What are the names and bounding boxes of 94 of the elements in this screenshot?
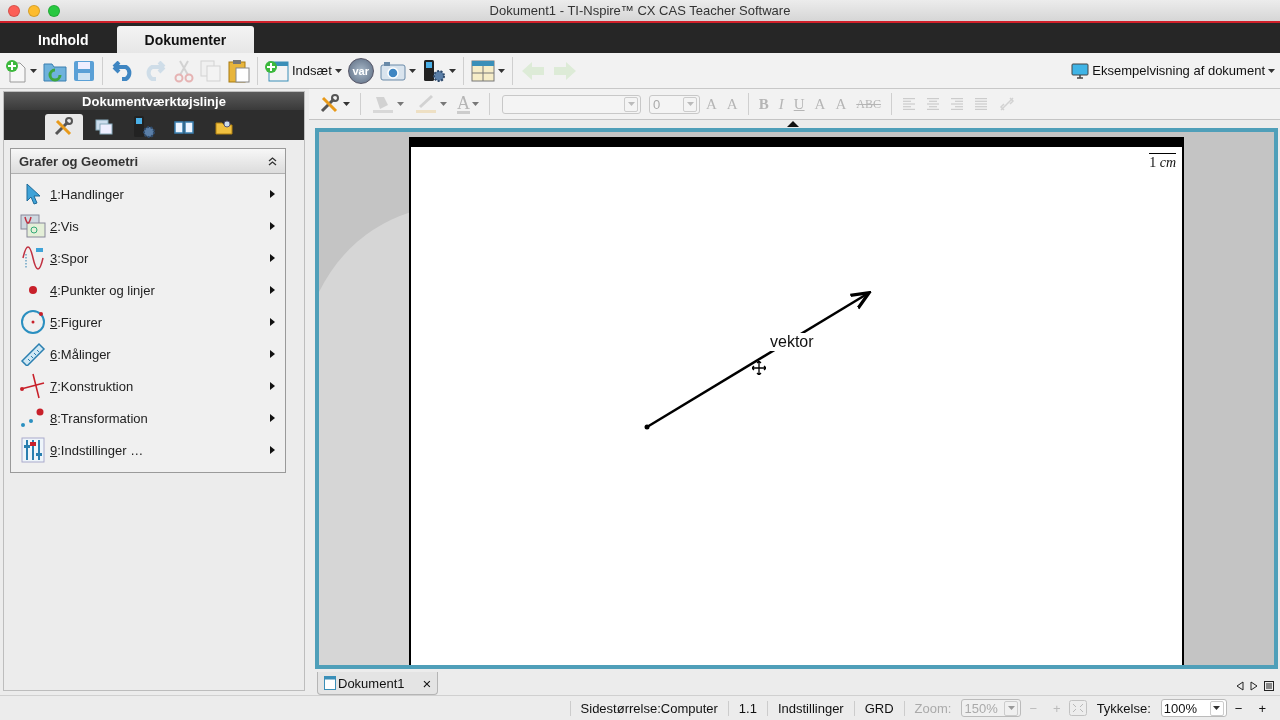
dropdown-caret-icon — [627, 102, 635, 106]
dropdown-caret-icon — [440, 102, 447, 106]
fill-bucket-icon — [371, 94, 395, 114]
thickness-label: Tykkelse: — [1095, 700, 1152, 716]
calculator-gear-icon — [421, 58, 446, 83]
folder-search-icon — [215, 119, 233, 135]
tools-icon — [319, 94, 341, 114]
page-number-status: 1.1 — [727, 700, 767, 716]
dropdown-caret-icon — [1213, 706, 1221, 710]
link-icon — [997, 95, 1016, 113]
thickness-increase-button[interactable]: + — [1250, 700, 1274, 716]
document-preview-button[interactable]: Eksempelvisning af dokument — [1068, 60, 1278, 81]
zoom-window-button[interactable] — [48, 4, 60, 17]
menu-item[interactable]: 2:Vis — [11, 210, 285, 242]
menu-item[interactable]: 3:Spor — [11, 242, 285, 274]
thickness-decrease-button[interactable]: − — [1226, 700, 1251, 716]
window-title: Dokument1 - TI-Nspire™ CX CAS Teacher Software — [489, 3, 791, 18]
menu-item[interactable]: 9:Indstillinger … — [11, 434, 285, 466]
transform-points-icon — [20, 407, 46, 429]
tools-icon — [53, 117, 75, 137]
submenu-arrow-icon — [270, 414, 275, 422]
submenu-arrow-icon — [270, 318, 275, 326]
dropdown-caret-icon — [448, 68, 456, 73]
fit-page-icon[interactable] — [1068, 700, 1087, 716]
pointer-icon — [24, 183, 42, 205]
menu-item[interactable]: 7:Konstruktion — [11, 370, 285, 402]
intersecting-lines-icon — [20, 373, 46, 399]
trace-curve-icon — [21, 246, 45, 270]
monitor-icon — [1071, 62, 1090, 79]
workspace-tab[interactable]: Dokumenter — [116, 26, 255, 53]
menu-item[interactable]: 4:Punkter og linjer — [11, 274, 285, 306]
submenu-arrow-icon — [270, 190, 275, 198]
align-center-icon — [925, 97, 940, 111]
dropdown-caret-icon — [343, 102, 350, 106]
vector-label: vektor — [768, 333, 816, 351]
move-cursor-icon — [752, 361, 766, 375]
clipboard-icon — [228, 58, 250, 83]
insert-button[interactable]: Indsæt — [262, 57, 345, 84]
dropdown-caret-icon — [397, 102, 404, 106]
align-right-icon — [949, 97, 964, 111]
page-list-icon[interactable] — [1264, 681, 1274, 691]
forward-arrow-icon — [551, 59, 578, 82]
circle-icon — [20, 309, 46, 335]
align-left-icon — [901, 97, 916, 111]
scale-label: 1 cm — [1149, 153, 1176, 170]
menu-item[interactable]: 8:Transformation — [11, 402, 285, 434]
dropdown-caret-icon — [686, 102, 694, 106]
close-tab-button[interactable]: × — [422, 674, 432, 692]
menu-item[interactable]: 1:Handlinger — [11, 178, 285, 210]
dropdown-caret-icon — [30, 68, 37, 73]
submenu-arrow-icon — [270, 286, 275, 294]
document-icon — [324, 676, 336, 690]
workspace-tab[interactable]: Indhold — [10, 26, 117, 53]
collapse-icon[interactable] — [268, 156, 277, 166]
submenu-arrow-icon — [270, 254, 275, 262]
dropdown-caret-icon — [472, 102, 479, 106]
next-page-icon[interactable] — [1250, 681, 1258, 691]
insert-page-icon — [265, 59, 289, 82]
document-tab[interactable]: Dokument1 × — [317, 672, 439, 695]
brush-icon — [414, 94, 438, 114]
submenu-arrow-icon — [270, 350, 275, 358]
dropdown-caret-icon — [408, 68, 416, 73]
settings-status[interactable]: Indstillinger — [766, 700, 854, 716]
menu-item[interactable]: 5:Figurer — [11, 306, 285, 338]
ruler-icon — [20, 342, 46, 366]
dropdown-caret-icon — [1268, 68, 1275, 73]
menu-item[interactable]: 6:Målinger — [11, 338, 285, 370]
sidebar-title: Dokumentværktøjslinje — [4, 92, 304, 110]
dropdown-caret-icon — [497, 68, 505, 73]
dropdown-caret-icon — [1007, 706, 1015, 710]
close-window-button[interactable] — [8, 4, 20, 17]
new-document-icon — [5, 58, 27, 83]
justify-icon — [973, 97, 988, 111]
submenu-arrow-icon — [270, 446, 275, 454]
layout-grid-icon — [470, 59, 495, 82]
sliders-icon — [21, 437, 45, 463]
dropdown-caret-icon — [334, 68, 342, 73]
camera-icon — [379, 60, 406, 81]
menu-title: Grafer og Geometri — [19, 153, 139, 169]
thickness-field[interactable]: 100% — [1160, 699, 1227, 717]
pages-icon — [95, 119, 113, 135]
angle-mode-status[interactable]: GRD — [853, 700, 904, 716]
minimize-window-button[interactable] — [28, 4, 40, 17]
book-icon — [174, 120, 194, 134]
page-size-status[interactable]: Sidestørrelse:Computer — [569, 700, 728, 716]
save-icon — [73, 59, 95, 82]
menu-header[interactable]: Grafer og Geometri — [11, 149, 285, 174]
sidebar-tab[interactable] — [45, 114, 83, 140]
scissors-icon — [174, 58, 194, 83]
submenu-arrow-icon — [270, 222, 275, 230]
previous-page-icon[interactable] — [1236, 681, 1244, 691]
copy-icon — [200, 59, 222, 82]
submenu-arrow-icon — [270, 382, 275, 390]
graph-view-icon — [20, 214, 46, 238]
